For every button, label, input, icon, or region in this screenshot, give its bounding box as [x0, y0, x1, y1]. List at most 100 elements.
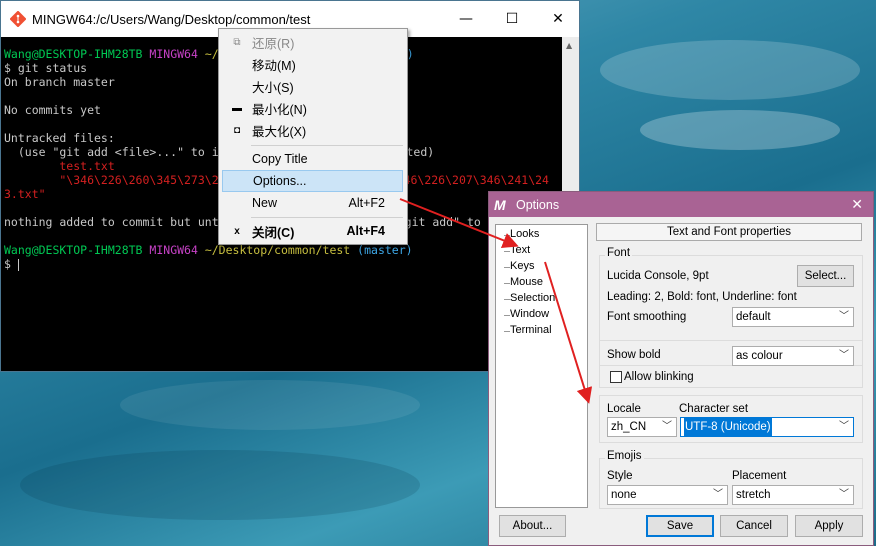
emoji-style-select[interactable]: none ﹀ — [607, 485, 728, 505]
emoji-placement-label: Placement — [732, 470, 787, 482]
font-description: Leading: 2, Bold: font, Underline: font — [607, 291, 797, 303]
options-title: Options — [516, 197, 560, 212]
minimize-icon: ▬ — [232, 102, 242, 114]
locale-label: Locale — [607, 403, 641, 415]
chevron-down-icon: ﹀ — [839, 489, 849, 500]
menu-shortcut: Alt+F2 — [348, 196, 385, 210]
save-button[interactable]: Save — [646, 515, 714, 537]
prompt-system: MINGW64 — [149, 47, 198, 61]
font-select-button[interactable]: Select... — [797, 265, 854, 287]
chevron-down-icon: ﹀ — [839, 311, 849, 322]
about-button[interactable]: About... — [499, 515, 566, 537]
select-value: default — [736, 311, 771, 323]
tree-item-keys[interactable]: Keys — [510, 260, 534, 272]
text-cursor — [17, 258, 19, 271]
prompt2-user: Wang@DESKTOP-IHM28TB — [4, 243, 143, 257]
menu-item-size[interactable]: 大小(S) — [222, 75, 403, 97]
git-icon — [10, 11, 26, 27]
untracked-line: Untracked files: — [4, 131, 115, 145]
pane-header: Text and Font properties — [596, 223, 862, 241]
allow-blinking-checkbox[interactable] — [610, 371, 622, 383]
command-line: $ git status — [4, 61, 88, 75]
close-icon: x — [234, 225, 240, 237]
menu-label: 最大化(X) — [252, 124, 307, 139]
apply-button[interactable]: Apply — [795, 515, 863, 537]
menu-item-options[interactable]: Options... — [222, 170, 403, 192]
nothing-added-start: nothing added to commit but unt — [4, 215, 219, 229]
options-dialog[interactable]: M Options ✕ Looks Text Keys Mouse Select… — [488, 191, 874, 546]
menu-shortcut: Alt+F4 — [346, 224, 385, 238]
menu-item-maximize[interactable]: ◘ 最大化(X) — [222, 119, 403, 141]
show-bold-label: Show bold — [607, 349, 661, 361]
chevron-down-icon: ﹀ — [839, 350, 849, 361]
emojis-group-title: Emojis — [605, 450, 644, 462]
prompt2-branch: (master) — [357, 243, 413, 257]
menu-label: 关闭(C) — [252, 225, 295, 240]
charset-select[interactable]: UTF-8 (Unicode) ﹀ — [680, 417, 854, 437]
prompt-path: ~/ — [204, 47, 219, 61]
restore-icon: ⧉ — [233, 36, 241, 48]
font-smoothing-select[interactable]: default ﹀ — [732, 307, 854, 327]
menu-item-copy-title[interactable]: Copy Title — [222, 148, 403, 170]
font-name: Lucida Console, 9pt — [607, 270, 709, 282]
menu-label: 移动(M) — [252, 58, 296, 73]
untracked-file-2-end: 346\226\207\346\241\24 — [396, 173, 549, 187]
cancel-button[interactable]: Cancel — [720, 515, 788, 537]
maximize-button[interactable]: ☐ — [489, 1, 535, 37]
maximize-icon: ◘ — [233, 124, 241, 136]
emoji-style-label: Style — [607, 470, 633, 482]
menu-label: 最小化(N) — [252, 102, 307, 117]
allow-blinking-label: Allow blinking — [624, 371, 694, 383]
menu-item-minimize[interactable]: ▬ 最小化(N) — [222, 97, 403, 119]
options-category-tree[interactable]: Looks Text Keys Mouse Selection Window T… — [495, 224, 588, 508]
untracked-file-2-start: "\346\226\260\345\273\2 — [4, 173, 219, 187]
menu-label: Options... — [253, 174, 307, 188]
font-group-title: Font — [605, 247, 633, 259]
tree-item-selection[interactable]: Selection — [510, 292, 555, 304]
prompt2-path: ~/Desktop/common/test — [204, 243, 351, 257]
prompt2-system: MINGW64 — [149, 243, 198, 257]
mintty-logo-icon: M — [494, 196, 506, 213]
tree-item-window[interactable]: Window — [510, 308, 549, 320]
untracked-file-2-wrap: 3.txt" — [4, 187, 46, 201]
select-value: stretch — [736, 489, 771, 501]
select-value: none — [611, 489, 637, 501]
menu-item-restore[interactable]: ⧉ 还原(R) — [222, 31, 403, 53]
emoji-placement-select[interactable]: stretch ﹀ — [732, 485, 854, 505]
locale-select[interactable]: zh_CN ﹀ — [607, 417, 677, 437]
menu-label: New — [252, 196, 278, 210]
branch-line: On branch master — [4, 75, 115, 89]
terminal-title: MINGW64:/c/Users/Wang/Desktop/common/tes… — [32, 11, 311, 27]
select-value: UTF-8 (Unicode) — [684, 418, 772, 436]
menu-label: Copy Title — [252, 152, 308, 166]
tree-item-text[interactable]: Text — [510, 244, 530, 256]
close-button[interactable]: ✕ — [535, 1, 581, 37]
menu-item-close[interactable]: x 关闭(C) Alt+F4 — [222, 220, 403, 242]
prompt2-dollar: $ — [4, 257, 18, 271]
no-commits-line: No commits yet — [4, 103, 101, 117]
menu-separator — [251, 145, 403, 146]
prompt-user: Wang@DESKTOP-IHM28TB — [4, 47, 143, 61]
menu-separator — [251, 217, 403, 218]
menu-item-move[interactable]: 移动(M) — [222, 53, 403, 75]
use-hint-start: (use "git add <file>..." to i — [4, 145, 219, 159]
chevron-down-icon: ﹀ — [839, 421, 849, 432]
select-value: as colour — [736, 350, 783, 362]
menu-label: 还原(R) — [252, 36, 295, 51]
options-title-bar[interactable]: M Options ✕ — [489, 192, 873, 217]
menu-item-new[interactable]: New Alt+F2 — [222, 192, 403, 214]
nothing-added-end: git add" to — [404, 215, 481, 229]
select-value: zh_CN — [611, 421, 647, 433]
tree-item-terminal[interactable]: Terminal — [510, 324, 552, 336]
system-context-menu[interactable]: ⧉ 还原(R) 移动(M) 大小(S) ▬ 最小化(N) ◘ 最大化(X) Co… — [218, 28, 408, 245]
untracked-file-1: test.txt — [4, 159, 115, 173]
menu-label: 大小(S) — [252, 80, 294, 95]
tree-item-looks[interactable]: Looks — [510, 228, 539, 240]
options-close-icon[interactable]: ✕ — [851, 196, 863, 213]
font-smoothing-label: Font smoothing — [607, 311, 687, 323]
chevron-down-icon: ﹀ — [713, 489, 723, 500]
show-bold-select[interactable]: as colour ﹀ — [732, 346, 854, 366]
tree-item-mouse[interactable]: Mouse — [510, 276, 543, 288]
minimize-button[interactable]: — — [443, 1, 489, 37]
scroll-up-icon[interactable]: ▲ — [566, 41, 572, 50]
